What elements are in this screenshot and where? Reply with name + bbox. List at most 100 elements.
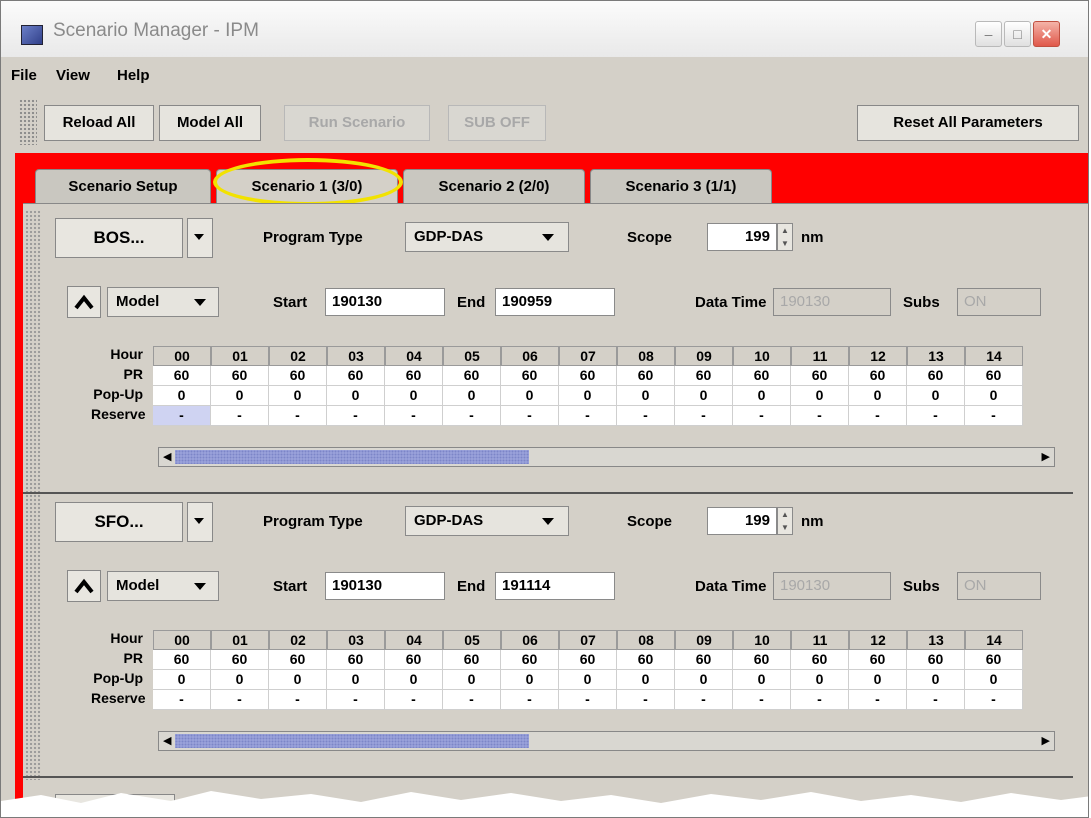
reserve-cell[interactable]: -	[211, 690, 269, 710]
start-input[interactable]: 190130	[325, 288, 445, 316]
reserve-cell[interactable]: -	[791, 406, 849, 426]
reserve-cell[interactable]: -	[849, 406, 907, 426]
pr-cell[interactable]: 60	[675, 650, 733, 670]
reserve-cell[interactable]: -	[327, 690, 385, 710]
scrollbar-thumb[interactable]	[175, 734, 529, 748]
horizontal-scrollbar[interactable]: ◀ ▶	[158, 447, 1055, 467]
popup-cell[interactable]: 0	[675, 386, 733, 406]
scope-spinner[interactable]: ▲ ▼	[777, 223, 793, 251]
reserve-cell[interactable]: -	[443, 406, 501, 426]
popup-cell[interactable]: 0	[501, 386, 559, 406]
start-input[interactable]: 190130	[325, 572, 445, 600]
collapse-panel-button[interactable]	[67, 286, 101, 318]
menu-help[interactable]: Help	[117, 67, 150, 84]
pr-cell[interactable]: 60	[559, 366, 617, 386]
reserve-cell[interactable]: -	[733, 406, 791, 426]
popup-cell[interactable]: 0	[559, 670, 617, 690]
reserve-cell[interactable]: -	[849, 690, 907, 710]
pr-cell[interactable]: 60	[153, 366, 211, 386]
horizontal-scrollbar[interactable]: ◀ ▶	[158, 731, 1055, 751]
pr-cell[interactable]: 60	[965, 366, 1023, 386]
popup-cell[interactable]: 0	[443, 386, 501, 406]
spinner-up-icon[interactable]: ▲	[778, 224, 792, 237]
program-type-select[interactable]: GDP-DAS	[405, 222, 569, 252]
popup-cell[interactable]: 0	[907, 670, 965, 690]
reserve-cell[interactable]: -	[559, 406, 617, 426]
popup-cell[interactable]: 0	[327, 670, 385, 690]
pr-cell[interactable]: 60	[849, 366, 907, 386]
program-type-select[interactable]: GDP-DAS	[405, 506, 569, 536]
scope-spinner[interactable]: ▲ ▼	[777, 507, 793, 535]
airport-button[interactable]: BOS...	[55, 218, 183, 258]
maximize-icon[interactable]: □	[1004, 21, 1031, 47]
popup-cell[interactable]: 0	[269, 670, 327, 690]
popup-cell[interactable]: 0	[327, 386, 385, 406]
scroll-right-icon[interactable]: ▶	[1042, 450, 1050, 463]
reserve-cell[interactable]: -	[385, 406, 443, 426]
popup-cell[interactable]: 0	[675, 670, 733, 690]
popup-cell[interactable]: 0	[559, 386, 617, 406]
pr-cell[interactable]: 60	[211, 650, 269, 670]
airport-dropdown-button[interactable]	[187, 502, 213, 542]
popup-cell[interactable]: 0	[733, 670, 791, 690]
popup-cell[interactable]: 0	[443, 670, 501, 690]
reserve-cell[interactable]: -	[385, 690, 443, 710]
scroll-right-icon[interactable]: ▶	[1042, 734, 1050, 747]
pr-cell[interactable]: 60	[211, 366, 269, 386]
scrollbar-thumb[interactable]	[175, 450, 529, 464]
pr-cell[interactable]: 60	[385, 366, 443, 386]
pr-cell[interactable]: 60	[733, 366, 791, 386]
pr-cell[interactable]: 60	[501, 366, 559, 386]
pr-cell[interactable]: 60	[907, 650, 965, 670]
reset-all-parameters-button[interactable]: Reset All Parameters	[857, 105, 1079, 141]
popup-cell[interactable]: 0	[153, 670, 211, 690]
pr-cell[interactable]: 60	[733, 650, 791, 670]
popup-cell[interactable]: 0	[501, 670, 559, 690]
reserve-cell[interactable]: -	[617, 690, 675, 710]
popup-cell[interactable]: 0	[849, 670, 907, 690]
pr-cell[interactable]: 60	[965, 650, 1023, 670]
panel-drag-handle[interactable]	[25, 494, 41, 780]
close-icon[interactable]: ✕	[1033, 21, 1060, 47]
reload-all-button[interactable]: Reload All	[44, 105, 154, 141]
collapse-panel-button[interactable]	[67, 570, 101, 602]
reserve-cell[interactable]: -	[791, 690, 849, 710]
reserve-cell[interactable]: -	[675, 690, 733, 710]
popup-cell[interactable]: 0	[617, 386, 675, 406]
tab-scenario-1[interactable]: Scenario 1 (3/0)	[216, 169, 398, 205]
popup-cell[interactable]: 0	[849, 386, 907, 406]
pr-cell[interactable]: 60	[269, 650, 327, 670]
popup-cell[interactable]: 0	[617, 670, 675, 690]
panel-drag-handle[interactable]	[25, 210, 41, 496]
popup-cell[interactable]: 0	[153, 386, 211, 406]
reserve-cell[interactable]: -	[501, 690, 559, 710]
pr-cell[interactable]: 60	[443, 366, 501, 386]
spinner-up-icon[interactable]: ▲	[778, 508, 792, 521]
pr-cell[interactable]: 60	[907, 366, 965, 386]
popup-cell[interactable]: 0	[965, 670, 1023, 690]
pr-cell[interactable]: 60	[327, 650, 385, 670]
reserve-cell[interactable]: -	[211, 406, 269, 426]
pr-cell[interactable]: 60	[849, 650, 907, 670]
mode-select[interactable]: Model	[107, 287, 219, 317]
reserve-cell[interactable]: -	[965, 406, 1023, 426]
pr-cell[interactable]: 60	[675, 366, 733, 386]
popup-cell[interactable]: 0	[211, 386, 269, 406]
pr-cell[interactable]: 60	[791, 366, 849, 386]
scroll-left-icon[interactable]: ◀	[163, 450, 171, 463]
run-scenario-button[interactable]: Run Scenario	[284, 105, 430, 141]
reserve-cell[interactable]: -	[269, 690, 327, 710]
scroll-left-icon[interactable]: ◀	[163, 734, 171, 747]
reserve-cell[interactable]: -	[965, 690, 1023, 710]
reserve-cell[interactable]: -	[153, 690, 211, 710]
minimize-icon[interactable]: –	[975, 21, 1002, 47]
reserve-cell[interactable]: -	[269, 406, 327, 426]
popup-cell[interactable]: 0	[385, 386, 443, 406]
reserve-cell[interactable]: -	[443, 690, 501, 710]
reserve-cell[interactable]: -	[153, 406, 211, 426]
pr-cell[interactable]: 60	[617, 366, 675, 386]
pr-cell[interactable]: 60	[617, 650, 675, 670]
pr-cell[interactable]: 60	[327, 366, 385, 386]
pr-cell[interactable]: 60	[153, 650, 211, 670]
reserve-cell[interactable]: -	[559, 690, 617, 710]
